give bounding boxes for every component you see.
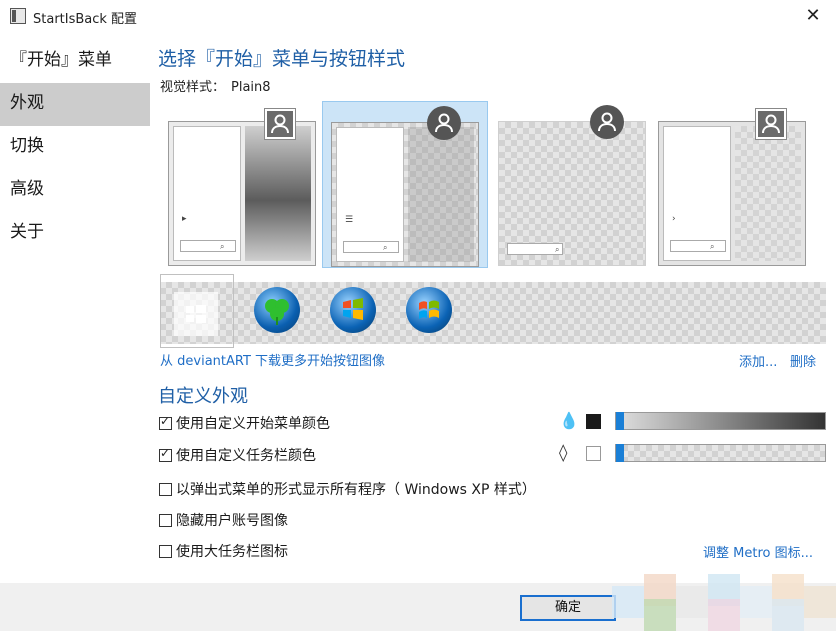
windows-orb-icon[interactable]	[330, 287, 376, 333]
nav-item-about[interactable]: 关于	[0, 212, 150, 255]
ok-button[interactable]: 确定	[520, 595, 616, 621]
search-icon: ⌕	[383, 243, 388, 252]
page-title: 选择『开始』菜单与按钮样式	[158, 48, 406, 70]
thumbnail-menu-right	[408, 127, 474, 262]
opacity-filled-drop-icon: 💧	[559, 411, 579, 430]
custom-appearance-title: 自定义外观	[158, 386, 248, 407]
search-icon: ⌕	[555, 245, 560, 254]
thumbnail-panel: ☰ ⌕	[331, 122, 479, 267]
option-hide-user-picture[interactable]: 隐藏用户账号图像	[159, 510, 288, 530]
thumbnail-menu-left: ▸ ⌕	[173, 126, 241, 261]
blurred-watermark-mosaic	[612, 566, 836, 631]
style-thumbnail-2[interactable]: ☰ ⌕	[322, 101, 488, 268]
option-custom-taskbar-color[interactable]: 使用自定义任务栏颜色	[159, 445, 316, 465]
nav-item-switch[interactable]: 切换	[0, 126, 150, 169]
thumbnail-panel: ⌕	[498, 121, 646, 266]
search-icon: ⌕	[710, 242, 715, 251]
checkbox-unchecked[interactable]	[159, 545, 172, 558]
thumbnail-search-box	[343, 241, 399, 253]
taskbar-opacity-slider[interactable]	[615, 444, 826, 462]
option-large-taskbar-icons[interactable]: 使用大任务栏图标	[159, 541, 288, 561]
thumbnail-menu-left: › ⌕	[663, 126, 731, 261]
taskbar-color-swatch[interactable]	[586, 446, 601, 461]
add-orb-link[interactable]: 添加...	[739, 351, 777, 370]
window-title: StartIsBack 配置	[33, 12, 138, 27]
start-menu-color-swatch[interactable]	[586, 414, 601, 429]
user-avatar-icon	[427, 106, 461, 140]
user-avatar-icon	[265, 109, 295, 139]
deviantart-download-link[interactable]: 从 deviantART 下载更多开始按钮图像	[160, 350, 385, 369]
close-button[interactable]: ✕	[790, 0, 836, 32]
thumbnail-search-box	[670, 240, 726, 252]
title-bar: StartIsBack 配置 ✕	[0, 0, 836, 34]
nav-item-start-menu[interactable]: 『开始』菜单	[0, 40, 150, 83]
clover-orb-icon[interactable]	[254, 287, 300, 333]
sidebar-nav: 『开始』菜单 外观 切换 高级 关于	[0, 40, 150, 255]
list-icon: ☰	[345, 215, 354, 225]
search-icon: ⌕	[220, 242, 225, 251]
option-popup-all-programs[interactable]: 以弹出式菜单的形式显示所有程序（ Windows XP 样式）	[159, 479, 536, 499]
visual-style-row: 视觉样式： Plain8	[160, 76, 271, 95]
thumbnail-panel: › ⌕	[658, 121, 806, 266]
nav-item-advanced[interactable]: 高级	[0, 169, 150, 212]
user-avatar-icon	[756, 109, 786, 139]
thumbnail-menu-right	[245, 126, 311, 261]
option-label: 使用大任务栏图标	[176, 544, 288, 560]
start-orb-strip	[160, 274, 826, 348]
option-label: 以弹出式菜单的形式显示所有程序（ Windows XP 样式）	[176, 482, 536, 498]
option-label: 使用自定义任务栏颜色	[176, 448, 316, 464]
checkbox-checked[interactable]	[159, 446, 172, 462]
thumbnail-menu-left: ☰ ⌕	[336, 127, 404, 262]
checkbox-unchecked[interactable]	[159, 514, 172, 527]
checkbox-checked[interactable]	[159, 414, 172, 430]
option-custom-start-menu-color[interactable]: 使用自定义开始菜单颜色	[159, 413, 330, 433]
thumbnail-panel: ▸ ⌕	[168, 121, 316, 266]
start-menu-opacity-slider[interactable]	[615, 412, 826, 430]
windows-color-orb-icon[interactable]	[406, 287, 452, 333]
style-thumbnail-1[interactable]: ▸ ⌕	[160, 101, 326, 268]
visual-style-value: Plain8	[231, 80, 271, 95]
option-label: 隐藏用户账号图像	[176, 513, 288, 529]
checkbox-unchecked[interactable]	[159, 483, 172, 496]
user-avatar-icon	[590, 105, 624, 139]
option-label: 使用自定义开始菜单颜色	[176, 416, 330, 432]
slider-thumb[interactable]	[616, 444, 624, 462]
app-icon	[10, 8, 26, 24]
opacity-empty-drop-icon: ◊	[559, 443, 568, 463]
blank-orb-icon[interactable]	[174, 292, 218, 336]
thumbnail-menu-right	[735, 126, 801, 261]
arrow-icon: ›	[672, 214, 676, 224]
visual-style-label: 视觉样式：	[160, 80, 226, 95]
style-thumbnail-4[interactable]: › ⌕	[650, 101, 816, 268]
style-thumbnail-3[interactable]: ⌕	[490, 101, 656, 268]
thumbnail-search-box	[180, 240, 236, 252]
delete-orb-link[interactable]: 删除	[790, 351, 816, 370]
adjust-metro-icons-link[interactable]: 调整 Metro 图标...	[703, 542, 813, 561]
slider-thumb[interactable]	[616, 412, 624, 430]
nav-item-appearance[interactable]: 外观	[0, 83, 150, 126]
arrow-icon: ▸	[182, 214, 187, 224]
